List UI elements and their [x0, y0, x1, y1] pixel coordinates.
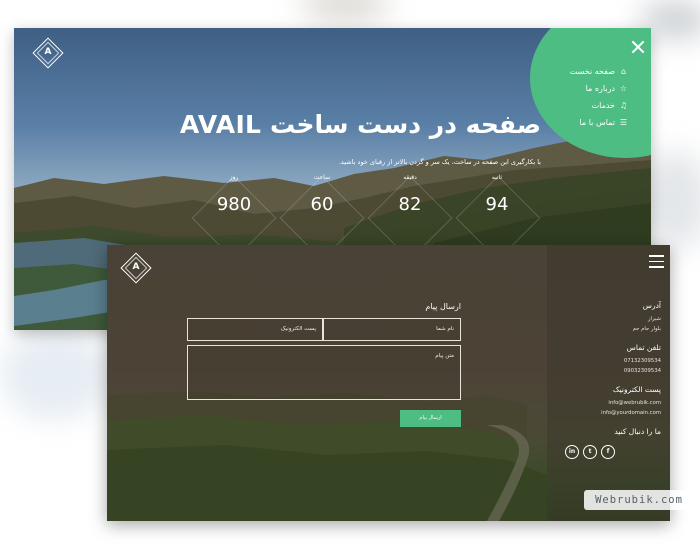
home-icon: ⌂ — [620, 67, 627, 76]
logo-letter: A — [44, 47, 52, 57]
hero-subtitle: با بکارگیری این صفحه در ساخت، یک سر و گر… — [338, 158, 541, 166]
hero-title: صفحه در دست ساخت AVAIL — [179, 110, 541, 139]
linkedin-icon[interactable]: in — [565, 445, 579, 459]
email-link[interactable]: info@webrubik.com — [543, 398, 661, 408]
menu-item-label: صفحه نخست — [569, 67, 615, 76]
watermark: Webrubik.com — [584, 490, 694, 510]
email-heading: پست الکترونیک — [612, 385, 661, 394]
facebook-icon[interactable]: f — [601, 445, 615, 459]
background-blur — [0, 330, 110, 420]
address-block: آدرس شیراز بلوار جام جم — [543, 301, 661, 334]
counter-label: دقیقه — [403, 174, 417, 181]
follow-heading: ما را دنبال کنید — [614, 427, 661, 436]
contact-info: آدرس شیراز بلوار جام جم تلفن تماس 071323… — [543, 301, 661, 440]
address-heading: آدرس — [642, 301, 661, 310]
logo-letter: A — [132, 262, 140, 272]
counter-value: 94 — [485, 194, 509, 215]
email-link[interactable]: info@yourdomain.com — [543, 408, 661, 418]
email-block: پست الکترونیک info@webrubik.com info@you… — [543, 385, 661, 418]
hamburger-menu-icon[interactable] — [649, 255, 664, 268]
countdown-hours: ساعت 60 — [282, 174, 362, 215]
nav-menu: ⌂ صفحه نخست ☆ درباره ما ♫ خدمات ☰ تماس ب… — [554, 63, 628, 131]
name-field[interactable]: نام شما — [323, 318, 461, 341]
menu-item-contact[interactable]: ☰ تماس با ما — [554, 114, 628, 131]
menu-item-label: خدمات — [591, 101, 615, 110]
counter-label: ساعت — [313, 174, 331, 181]
phone-block: تلفن تماس 07132309534 09032309534 — [543, 343, 661, 376]
email-field[interactable]: پست الکترونیک — [187, 318, 323, 341]
list-icon: ☰ — [619, 118, 628, 127]
counter-value: 82 — [398, 194, 422, 215]
countdown-seconds: ثانیه 94 — [457, 174, 537, 215]
bell-icon: ♫ — [619, 101, 628, 110]
menu-item-services[interactable]: ♫ خدمات — [554, 97, 628, 114]
counter-label: ثانیه — [491, 174, 503, 181]
menu-item-home[interactable]: ⌂ صفحه نخست — [554, 63, 628, 80]
star-icon: ☆ — [619, 84, 628, 93]
menu-item-label: درباره ما — [585, 84, 615, 93]
message-field[interactable]: متن پیام — [187, 345, 461, 400]
countdown-days: روز 980 — [194, 174, 274, 215]
counter-value: 980 — [216, 194, 252, 215]
menu-item-about[interactable]: ☆ درباره ما — [554, 80, 628, 97]
phone-number[interactable]: 07132309534 — [543, 356, 661, 366]
phone-number[interactable]: 09032309534 — [543, 366, 661, 376]
contact-page-screenshot: A ارسال پیام پست الکترونیک نام شما متن پ… — [107, 245, 670, 521]
counter-value: 60 — [310, 194, 334, 215]
menu-item-label: تماس با ما — [579, 118, 615, 127]
address-line: شیراز — [648, 316, 661, 322]
close-icon[interactable] — [631, 40, 645, 54]
phone-heading: تلفن تماس — [626, 343, 661, 352]
twitter-icon[interactable]: t — [583, 445, 597, 459]
background-blur — [300, 0, 390, 20]
address-line: بلوار جام جم — [632, 326, 661, 332]
send-message-button[interactable]: ارسال پیام — [400, 410, 461, 427]
counter-label: روز — [229, 174, 239, 181]
form-title: ارسال پیام — [425, 302, 461, 311]
countdown-minutes: دقیقه 82 — [370, 174, 450, 215]
